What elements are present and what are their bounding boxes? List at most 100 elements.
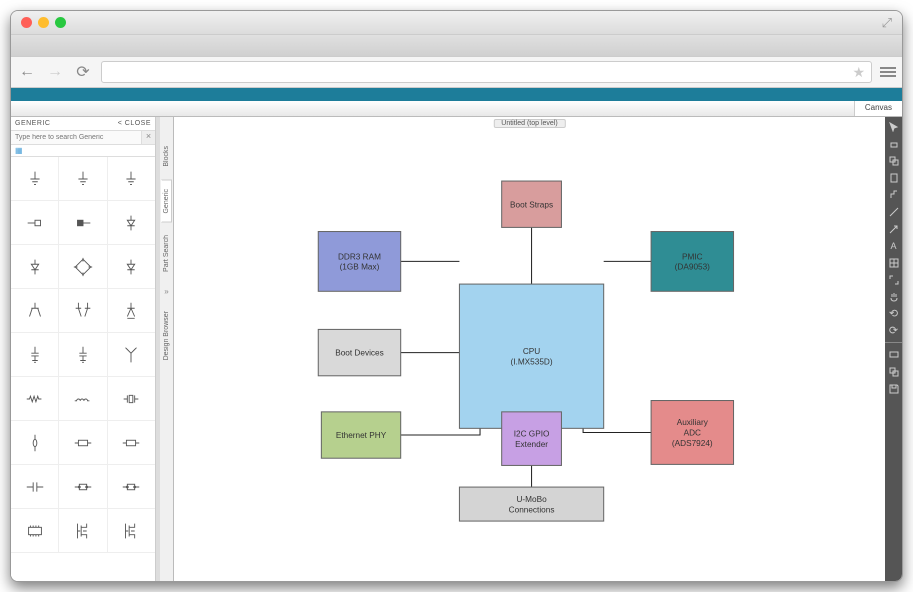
arrow-tool-icon[interactable] [888,223,899,234]
shape-fuse[interactable] [11,421,59,465]
url-bar[interactable]: ★ [101,61,872,83]
svg-text:(I.MX535D): (I.MX535D) [511,357,553,366]
titlebar: ⤢ [11,11,902,34]
search-input[interactable] [11,131,141,144]
paste-tool-icon[interactable] [888,172,899,183]
shape-ground-1[interactable] [11,157,59,201]
eraser-tool-icon[interactable] [888,138,899,149]
block-ddr[interactable]: DDR3 RAM (1GB Max) [318,232,400,292]
undo-tool-icon[interactable]: ⟲ [888,308,899,319]
shape-search: × [11,131,155,145]
hamburger-icon[interactable] [880,67,896,77]
fullscreen-icon[interactable]: ⤢ [882,15,892,31]
shape-resistor-zig[interactable] [11,377,59,421]
browser-navbar: ← → ⟳ ★ [11,56,902,88]
svg-text:(ADS7924): (ADS7924) [672,439,713,448]
svg-text:Ethernet PHY: Ethernet PHY [336,431,387,440]
shape-ground-3[interactable] [108,157,155,201]
svg-text:(1GB Max): (1GB Max) [340,263,380,272]
svg-text:Connections: Connections [509,505,555,514]
table-tool-icon[interactable] [888,257,899,268]
expand-tool-icon[interactable] [888,274,899,285]
shape-mosfet-2[interactable] [108,509,155,553]
shape-diode-2[interactable] [11,245,59,289]
shape-palette [11,157,155,581]
block-pmic[interactable]: PMIC (DA9053) [651,232,733,292]
text-tool-icon[interactable]: A [888,240,899,251]
block-boot[interactable]: Boot Straps [502,181,562,227]
svg-text:DDR3 RAM: DDR3 RAM [338,252,381,261]
block-bootdev[interactable]: Boot Devices [318,329,400,375]
shape-diode-1[interactable] [108,201,155,245]
browser-window: ⤢ ← → ⟳ ★ Canvas GENERIC < CLOSE × ▦ [10,10,903,582]
block-umobo[interactable]: U-MoBoConnections [459,487,603,521]
star-icon[interactable]: ★ [852,64,865,81]
svg-text:ADC: ADC [684,429,701,438]
shape-antenna[interactable] [108,333,155,377]
shape-diode-3[interactable] [108,245,155,289]
duplicate-tool-icon[interactable] [888,366,899,377]
shape-ground-2[interactable] [59,157,107,201]
vtab-blocks[interactable]: Blocks [161,137,172,176]
shape-switch-2[interactable] [108,465,155,509]
hand-tool-icon[interactable] [888,291,899,302]
tab-strip: Canvas [11,101,902,117]
svg-text:Boot Devices: Boot Devices [335,349,384,358]
block-eth[interactable]: Ethernet PHY [321,412,400,458]
window-controls [21,17,66,28]
left-panel-header: GENERIC < CLOSE [11,117,155,131]
redo-tool-icon[interactable]: ⟳ [888,325,899,336]
forward-icon: → [45,63,65,81]
clear-search-icon[interactable]: × [141,131,155,144]
tab-canvas[interactable]: Canvas [854,101,902,116]
right-toolbar: A ⟲ ⟳ [885,117,902,581]
document-title[interactable]: Untitled (top level) [493,119,565,128]
close-window-icon[interactable] [21,17,32,28]
panel-close-button[interactable]: < CLOSE [118,120,151,127]
save-tool-icon[interactable] [888,383,899,394]
shape-port-out[interactable] [11,201,59,245]
svg-text:Boot Straps: Boot Straps [510,200,553,209]
shape-resistor-box-2[interactable] [108,421,155,465]
vtab-separator: » [164,287,168,296]
workspace: GENERIC < CLOSE × ▦ [11,117,902,581]
vtab-design-browser[interactable]: Design Browser [161,302,172,369]
back-icon[interactable]: ← [17,63,37,81]
shape-switch-1[interactable] [59,465,107,509]
shape-transistor-3[interactable] [108,289,155,333]
screen-tool-icon[interactable] [888,349,899,360]
block-adc[interactable]: Auxiliary ADC(ADS7924) [651,401,733,465]
shape-mosfet-1[interactable] [59,509,107,553]
shape-cap-ground[interactable] [11,333,59,377]
reload-icon[interactable]: ⟳ [73,62,93,82]
branch-tool-icon[interactable] [888,189,899,200]
shape-crystal[interactable] [108,377,155,421]
shape-transistor-2[interactable] [59,289,107,333]
vtab-generic[interactable]: Generic [161,180,172,223]
svg-text:PMIC: PMIC [682,252,703,261]
shape-transistor-1[interactable] [11,289,59,333]
shape-ic[interactable] [11,509,59,553]
shape-port-in[interactable] [59,201,107,245]
shape-inductor[interactable] [59,377,107,421]
app-ribbon [11,88,902,101]
svg-text:CPU: CPU [523,347,540,356]
block-cpu[interactable]: CPU(I.MX535D) [459,284,603,428]
block-i2c[interactable]: I2C GPIOExtender [502,412,562,466]
shape-bridge[interactable] [59,245,107,289]
svg-text:I2C GPIO: I2C GPIO [514,430,550,439]
shape-cap-ground-2[interactable] [59,333,107,377]
minimize-window-icon[interactable] [38,17,49,28]
canvas[interactable]: Untitled (top level) CPU(I.MX535D) Boot S… [174,117,885,581]
view-toggle-bar[interactable]: ▦ [11,145,155,157]
shape-capacitor-h[interactable] [11,465,59,509]
vtab-part-search[interactable]: Part Search [161,226,172,281]
block-diagram[interactable]: CPU(I.MX535D) Boot Straps DDR3 RAM (1GB Max… [174,117,885,581]
copy-tool-icon[interactable] [888,155,899,166]
pointer-tool-icon[interactable] [888,121,899,132]
svg-text:(DA9053): (DA9053) [675,263,710,272]
maximize-window-icon[interactable] [55,17,66,28]
svg-text:Auxiliary: Auxiliary [677,418,709,427]
line-tool-icon[interactable] [888,206,899,217]
shape-resistor-box[interactable] [59,421,107,465]
